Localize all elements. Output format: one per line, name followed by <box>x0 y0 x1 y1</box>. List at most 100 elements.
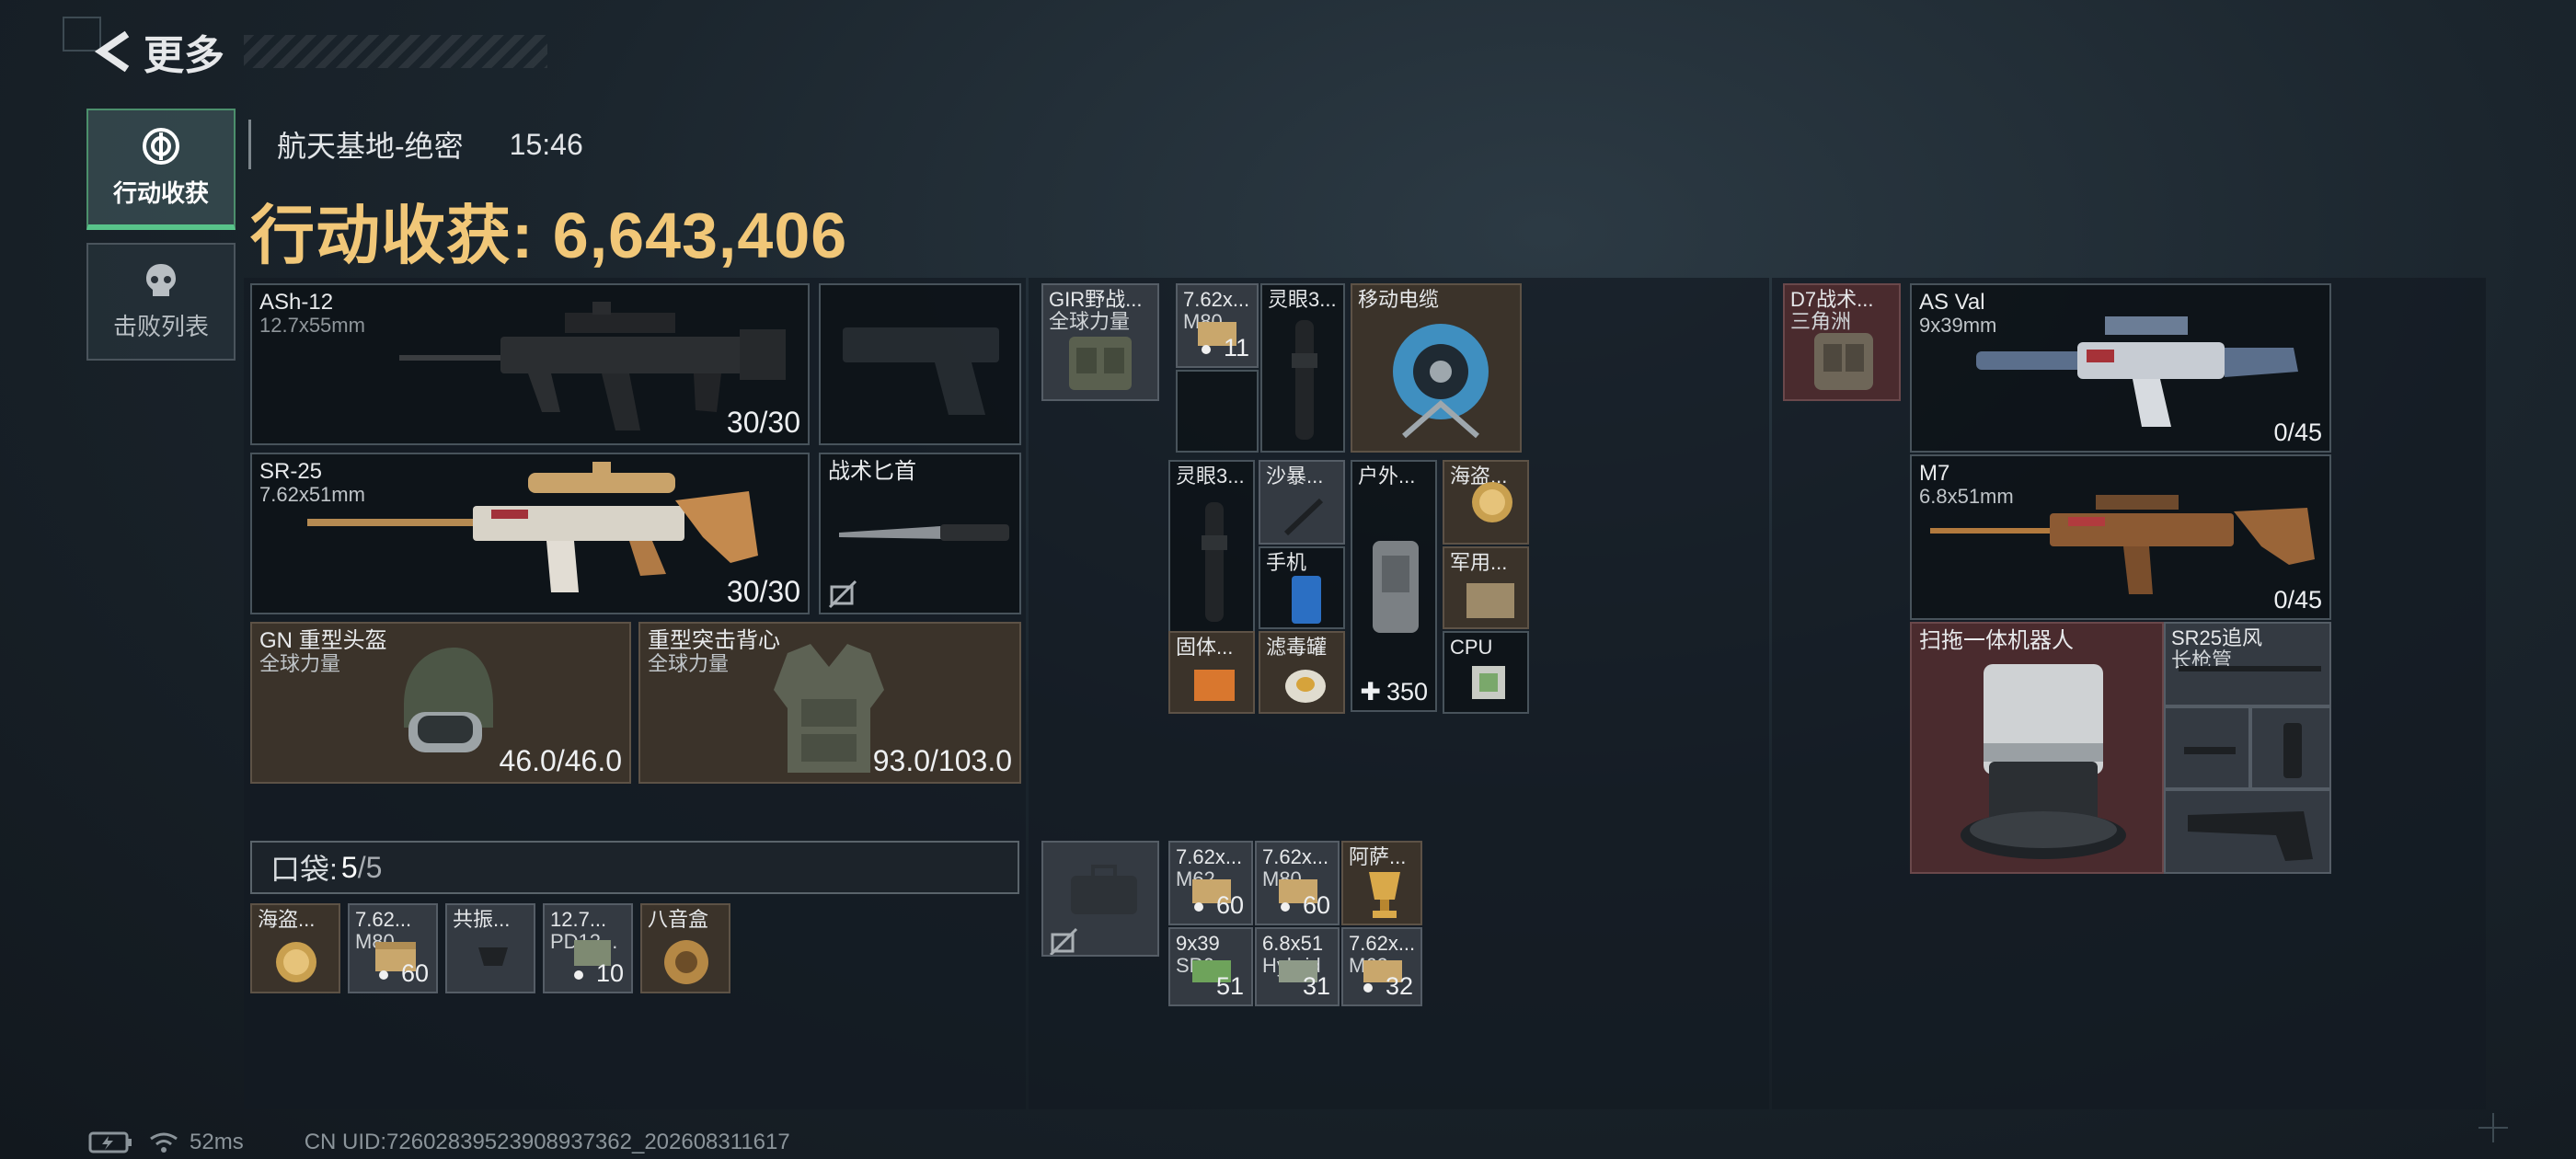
loot-weapon-slot[interactable]: AS Val 9x39mm 0/45 <box>1910 283 2331 453</box>
chest-rig-slot[interactable]: GIR野战... 全球力量 <box>1041 283 1159 401</box>
armor-source: 全球力量 <box>648 652 730 675</box>
helmet-source: 全球力量 <box>259 652 341 675</box>
helmet-slot[interactable]: GN 重型头盔 全球力量 46.0/46.0 <box>250 622 631 784</box>
magazine-icon <box>2278 719 2307 780</box>
pocket-item[interactable]: 八音盒 <box>640 903 730 993</box>
loot-weapon-slot[interactable]: M7 6.8x51mm 0/45 <box>1910 454 2331 620</box>
pocket-item[interactable]: 7.62... M80 60 <box>348 903 438 993</box>
title-stripes <box>244 35 547 68</box>
armor-slot[interactable]: 重型突击背心 全球力量 93.0/103.0 <box>638 622 1021 784</box>
secure-case-slot[interactable] <box>1041 841 1159 957</box>
corner-plus-icon <box>2475 1109 2512 1146</box>
pocket-item[interactable]: 海盗... <box>250 903 340 993</box>
no-insure-icon <box>828 580 857 609</box>
barrel-name: SR25追风 <box>2171 626 2263 649</box>
briefcase-icon <box>1067 863 1141 918</box>
loot-stock-slot[interactable] <box>2164 789 2331 874</box>
phone-icon <box>1284 574 1328 625</box>
backpack-item[interactable]: 手机 <box>1259 546 1345 629</box>
helmet-durability: 46.0/46.0 <box>499 744 622 777</box>
item-name: 9x39 <box>1176 932 1220 955</box>
backpack-item[interactable]: 沙暴... <box>1259 460 1345 545</box>
military-crate-icon <box>1463 576 1518 622</box>
case-item[interactable]: 7.62x... M62 32 <box>1341 927 1422 1006</box>
sr25-rifle-icon <box>298 454 795 611</box>
tab-kill-list[interactable]: 击败列表 <box>86 243 236 361</box>
melee-slot[interactable]: 战术匕首 <box>819 453 1021 614</box>
primary-weapon-slot[interactable]: ASh-12 12.7x55mm 30/30 <box>250 283 810 445</box>
haul-total: 行动收获: 6,643,406 <box>250 184 847 277</box>
backpack-item[interactable]: 滤毒罐 <box>1259 631 1345 714</box>
solid-fuel-icon <box>1189 660 1240 706</box>
weapon-ammo: 30/30 <box>726 406 800 439</box>
asval-rifle-icon <box>1967 298 2307 445</box>
loot-rig-name: D7战术... <box>1790 288 1874 311</box>
top-bar: 更多 <box>88 26 224 78</box>
case-item[interactable]: 9x39 SP6 51 <box>1168 927 1253 1006</box>
item-count: 31 <box>1302 972 1330 1000</box>
case-item[interactable]: 7.62x... M62 60 <box>1168 841 1253 925</box>
map-name: 航天基地-绝密 <box>277 130 464 163</box>
loot-attachment-slot[interactable] <box>2250 706 2331 789</box>
no-insure-icon <box>1049 927 1078 955</box>
helmet-name: GN 重型头盔 <box>259 628 387 653</box>
pirate-coin-icon <box>272 938 320 986</box>
sandstorm-tool-icon <box>1281 495 1327 537</box>
battery-icon <box>88 1131 132 1153</box>
loot-attachment-slot[interactable] <box>2164 706 2250 789</box>
loot-robot-slot[interactable]: 扫拖一体机器人 <box>1910 622 2164 874</box>
backpack-item[interactable]: 海盗... <box>1443 460 1529 545</box>
robot-vacuum-icon <box>1956 660 2131 863</box>
weapon-ammo: 0/45 <box>2273 419 2322 446</box>
backpack-item[interactable]: 固体... <box>1168 631 1255 714</box>
case-item[interactable]: 7.62x... M80 60 <box>1255 841 1340 925</box>
backpack-item[interactable]: 军用... <box>1443 546 1529 629</box>
backpack-item[interactable]: CPU <box>1443 631 1529 714</box>
cpu-chip-icon <box>1468 662 1509 703</box>
item-count: 10 <box>573 959 624 988</box>
scope-icon <box>1282 316 1327 445</box>
item-name: 7.62x... <box>1262 845 1329 868</box>
resonator-icon <box>475 942 512 970</box>
item-count: ✚ 350 <box>1360 678 1428 706</box>
item-count: 11 <box>1201 334 1249 362</box>
pirate-coin-icon <box>1468 478 1516 526</box>
pocket-item[interactable]: 共振... <box>445 903 535 993</box>
case-item[interactable]: 阿萨... <box>1341 841 1422 925</box>
chest-rig-icon <box>1062 327 1139 396</box>
tactical-rig-icon <box>1807 326 1880 396</box>
item-count: 60 <box>1280 891 1330 920</box>
m7-rifle-icon <box>1921 475 2326 613</box>
filter-canister-icon <box>1282 659 1328 706</box>
robot-name: 扫拖一体机器人 <box>1919 628 2074 653</box>
item-name: 灵眼3... <box>1176 465 1245 488</box>
rig-item[interactable]: 灵眼3... <box>1260 283 1345 453</box>
rig-name: GIR野战... <box>1049 288 1143 311</box>
rig-slot-empty[interactable] <box>1176 370 1259 453</box>
loot-rig-slot[interactable]: D7战术... 三角洲 <box>1783 283 1901 401</box>
music-box-icon <box>661 936 712 988</box>
pistol-silhouette-icon <box>834 309 1008 419</box>
weapon-ammo: 30/30 <box>726 575 800 608</box>
rig-item[interactable]: 移动电缆 <box>1351 283 1522 453</box>
tab-haul-label: 行动收获 <box>112 178 209 207</box>
barrel-icon <box>2179 662 2326 675</box>
weapon-name: ASh-12 <box>259 290 334 315</box>
item-name: 手机 <box>1266 551 1307 574</box>
item-count: 51 <box>1215 972 1244 1000</box>
pocket-label: 口袋: <box>270 853 338 886</box>
target-icon <box>142 127 180 166</box>
rig-item[interactable]: 7.62x... M80 11 <box>1176 283 1259 368</box>
pistol-slot-empty[interactable] <box>819 283 1021 445</box>
back-arrow-icon[interactable] <box>88 26 134 77</box>
tab-haul[interactable]: 行动收获 <box>86 109 236 230</box>
backpack-item[interactable]: 户外... ✚ 350 <box>1351 460 1437 712</box>
item-name: 7.62x... <box>1349 932 1416 955</box>
case-item[interactable]: 6.8x51 Hybrid 31 <box>1255 927 1340 1006</box>
loot-barrel-slot[interactable]: SR25追风 长枪管 <box>2164 622 2331 706</box>
item-name: 共振... <box>453 908 511 931</box>
melee-name: 战术匕首 <box>828 459 916 484</box>
pocket-item[interactable]: 12.7... PD12... 10 <box>543 903 633 993</box>
item-name: 6.8x51 <box>1262 932 1324 955</box>
secondary-weapon-slot[interactable]: SR-25 7.62x51mm 30/30 <box>250 453 810 614</box>
